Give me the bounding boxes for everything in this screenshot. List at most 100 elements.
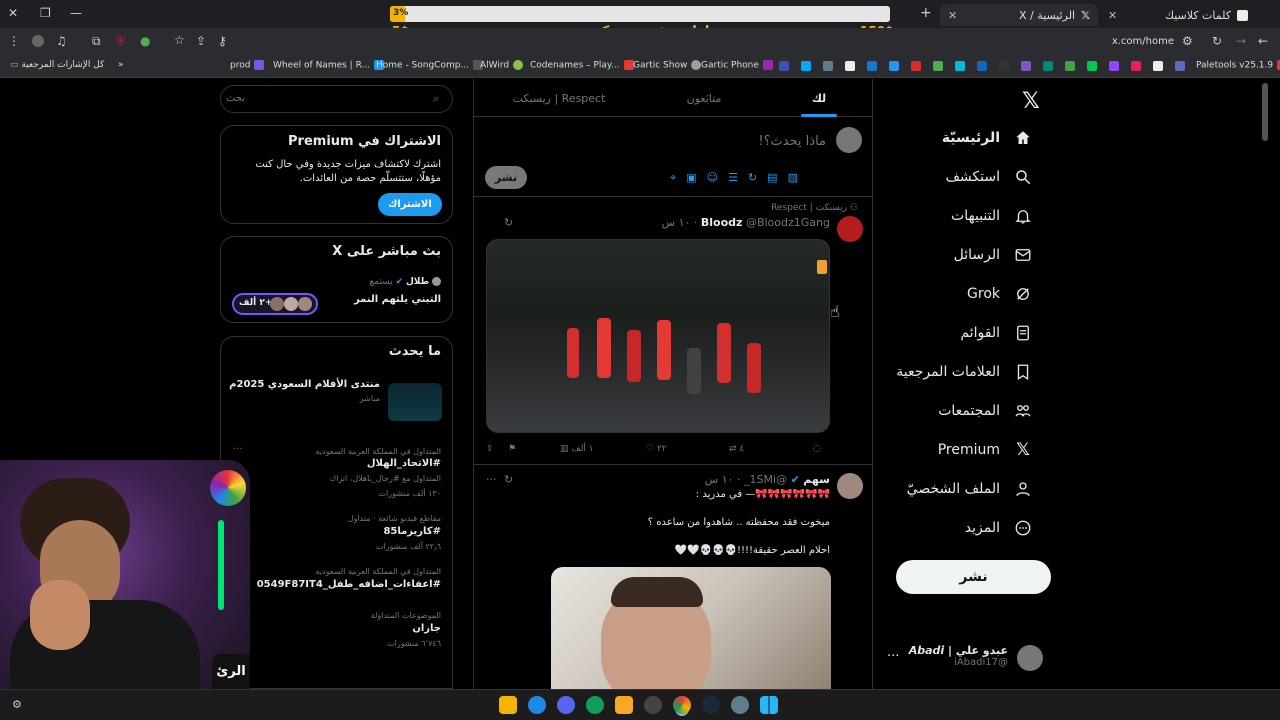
post-sahm[interactable]: سهم ✔ @1SMi_ · ١٠ س ··· ↻ 🎀🎀🎀🎀🎀🎀— في مدر… <box>474 465 872 689</box>
bookmark-star-icon[interactable]: ☆ <box>174 33 185 47</box>
bookmark-icon[interactable] <box>999 61 1009 71</box>
page-scrollbar[interactable] <box>1262 83 1268 141</box>
gif-icon[interactable]: ▤ <box>767 171 777 185</box>
media-icon[interactable]: ♫ <box>56 34 67 48</box>
post-author-name[interactable]: Bloodz <box>701 216 743 229</box>
post-more-icon[interactable]: ··· <box>486 473 497 486</box>
grok-compose-icon[interactable]: ↻ <box>748 171 757 185</box>
taskbar-app-icon[interactable] <box>528 696 546 714</box>
bookmark-icon[interactable] <box>1065 61 1075 71</box>
grok-post-icon[interactable]: ↻ <box>504 216 513 229</box>
nav-more[interactable]: المزيد <box>965 513 1032 543</box>
steam-icon[interactable] <box>702 696 720 714</box>
menu-dots-icon[interactable]: ⋮ <box>8 34 20 48</box>
bookmark-icon[interactable] <box>889 61 899 71</box>
image-icon[interactable]: ▨ <box>788 171 798 185</box>
forward-icon[interactable]: → <box>1236 34 1246 48</box>
extension-shield-icon[interactable]: ⛨ <box>116 34 125 49</box>
bookmark-icon[interactable] <box>823 61 833 71</box>
bookmark-icon[interactable] <box>1175 61 1185 71</box>
post-author-handle[interactable]: @Bloodz1Gang <box>746 216 830 229</box>
bookmark-songcomp[interactable]: Home - SongComp... <box>376 60 484 71</box>
bookmark-icon[interactable] <box>977 61 987 71</box>
tab-community[interactable]: ريسبكت | Respect <box>504 92 614 105</box>
subscribe-button[interactable]: الاشتراك <box>378 193 442 216</box>
extensions-icon[interactable]: ⧉ <box>92 34 101 49</box>
poll-icon[interactable]: ☰ <box>728 171 738 185</box>
file-explorer-icon[interactable] <box>615 696 633 714</box>
post-author-name[interactable]: سهم <box>803 473 830 486</box>
restore-window-icon[interactable]: ❐ <box>40 6 51 20</box>
share-icon[interactable]: ⇪ <box>486 444 494 454</box>
bookmark-alwird[interactable]: AlWird <box>480 60 524 71</box>
bookmark-prod[interactable]: prod <box>230 60 265 71</box>
bookmark-icon[interactable] <box>867 61 877 71</box>
nav-profile[interactable]: الملف الشخصيّ <box>907 474 1032 504</box>
bookmark-icon[interactable] <box>1021 61 1031 71</box>
bookmark-icon[interactable] <box>779 61 789 71</box>
trend-name[interactable]: #الاتحاد_الهلال <box>367 458 441 469</box>
reply-icon[interactable]: ◌ <box>813 444 821 454</box>
bookmark-icon[interactable] <box>1087 61 1097 71</box>
bookmarks-overflow-icon[interactable]: » <box>118 60 124 70</box>
post-avatar[interactable] <box>837 473 863 499</box>
post-avatar[interactable] <box>837 216 863 242</box>
space-listeners-pill[interactable]: ٢ ألف+ <box>232 293 318 315</box>
obs-icon[interactable] <box>644 696 662 714</box>
settings-app-icon[interactable] <box>731 696 749 714</box>
bookmark-icon[interactable] <box>1153 61 1163 71</box>
account-avatar[interactable] <box>1017 645 1043 671</box>
bookmark-icon[interactable] <box>1131 61 1141 71</box>
post-time[interactable]: ١٠ س <box>662 216 691 229</box>
nav-lists[interactable]: القوائم <box>960 318 1032 348</box>
nav-messages[interactable]: الرسائل <box>954 240 1032 270</box>
composer-input[interactable]: ماذا يحدث؟! <box>486 134 826 149</box>
post-time[interactable]: ١٠ س <box>705 473 734 486</box>
minimize-window-icon[interactable]: — <box>70 6 82 20</box>
grok-post-icon[interactable]: ↻ <box>504 473 513 486</box>
nav-grok[interactable]: Grok <box>967 279 1032 309</box>
account-switcher[interactable]: عبدو علي | 𝘼𝙗𝙖𝙙𝙞 @iAbadi17 <box>909 644 1008 668</box>
site-settings-icon[interactable]: ⚙ <box>1182 34 1193 48</box>
edge-icon[interactable] <box>586 696 604 714</box>
bookmark-icon[interactable] <box>845 61 855 71</box>
post-video[interactable] <box>486 239 830 433</box>
windows-start-icon[interactable] <box>760 696 778 714</box>
profile-avatar-icon[interactable] <box>32 35 44 47</box>
reload-icon[interactable]: ↻ <box>1212 34 1222 48</box>
account-more-icon[interactable]: ··· <box>887 649 899 664</box>
search-bar[interactable]: ⌕ بحث <box>220 85 453 113</box>
tab-x-home[interactable]: 𝕏 الرئيسية / X ✕ <box>940 4 1098 26</box>
post-video[interactable] <box>551 567 831 689</box>
back-icon[interactable]: ← <box>1258 34 1268 48</box>
chrome-icon[interactable] <box>673 696 691 714</box>
trend-more-icon[interactable]: ··· <box>233 444 243 455</box>
bookmark-paletools[interactable]: Paletools v25.1.9 <box>1196 60 1280 71</box>
post-button[interactable]: نشر <box>896 560 1051 594</box>
close-tab-icon[interactable]: ✕ <box>948 9 957 22</box>
repost-action[interactable]: ⇄ ٤ <box>729 444 744 454</box>
space-title[interactable]: التبني يلتهم النمر <box>354 294 441 305</box>
x-logo-icon[interactable]: 𝕏 <box>1022 89 1040 114</box>
nav-explore[interactable]: استكشف <box>945 162 1032 192</box>
nav-premium[interactable]: 𝕏 Premium <box>938 435 1032 465</box>
nav-notifications[interactable]: التنبيهات <box>951 201 1032 231</box>
nav-home[interactable]: الرئيسيّة <box>942 123 1032 153</box>
bookmark-icon[interactable] <box>1109 61 1119 71</box>
nav-bookmarks[interactable]: العلامات المرجعية <box>896 357 1032 387</box>
event-title[interactable]: منتدى الأفلام السعودي 2025م <box>229 379 380 390</box>
bookmark-all[interactable]: ▭ كل الإشارات المرجعية <box>10 60 104 70</box>
address-url[interactable]: x.com/home <box>1112 36 1174 47</box>
schedule-icon[interactable]: ▣ <box>686 171 696 185</box>
bookmark-gartic-show[interactable]: Gartic Show <box>633 60 702 71</box>
trend-name[interactable]: جازان <box>412 623 441 634</box>
share-icon[interactable]: ⇪ <box>196 34 206 48</box>
extension-chat-icon[interactable]: ● <box>140 34 150 48</box>
bookmark-gartic-phone[interactable]: Gartic Phone <box>701 60 773 71</box>
tab-for-you[interactable]: لك <box>774 79 864 117</box>
bookmark-wheel[interactable]: Wheel of Names | R... <box>273 60 385 71</box>
bookmark-icon[interactable] <box>801 61 811 71</box>
key-icon[interactable]: ⚷ <box>218 34 227 48</box>
trend-name[interactable]: #اعفاءات_اضافه_طفل_0549F87IT4 <box>257 579 441 590</box>
location-icon[interactable]: ⌖ <box>670 171 676 185</box>
